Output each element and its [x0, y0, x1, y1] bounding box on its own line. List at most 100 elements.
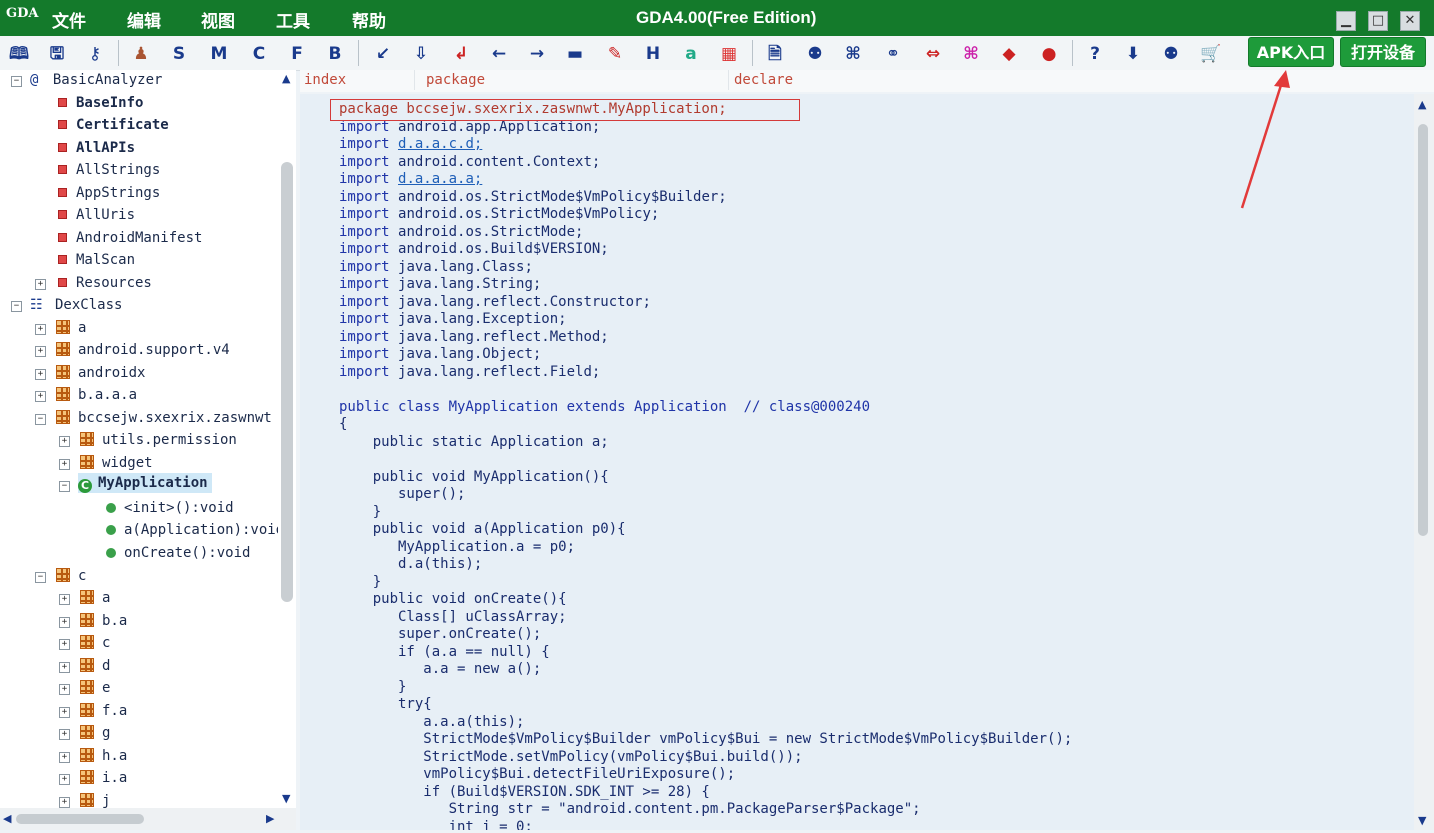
expand-toggle[interactable]: +: [59, 752, 70, 763]
tree-item-baseinfo[interactable]: BaseInfo: [58, 93, 143, 113]
tree-method-a[interactable]: a(Application):void: [106, 520, 278, 540]
maximize-button[interactable]: □: [1368, 11, 1388, 31]
collapse-toggle[interactable]: −: [35, 414, 46, 425]
note-icon[interactable]: ✎: [604, 43, 626, 65]
search-field-button[interactable]: F: [286, 43, 308, 65]
tree-horizontal-scrollbar[interactable]: ◀ ▶: [0, 808, 296, 830]
tree-package-c-d[interactable]: d: [80, 656, 110, 676]
menu-edit[interactable]: 编辑: [127, 7, 161, 32]
search-string-button[interactable]: S: [168, 43, 190, 65]
gamepad-icon[interactable]: ▬: [564, 43, 586, 65]
tree-basic-analyzer[interactable]: @ BasicAnalyzer: [30, 70, 162, 90]
column-index[interactable]: index: [304, 70, 346, 90]
tree-item-androidmanifest[interactable]: AndroidManifest: [58, 228, 202, 248]
tree-package-utils-permission[interactable]: utils.permission: [80, 430, 237, 450]
xml-icon[interactable]: 🗎: [764, 43, 786, 65]
tree-package-c-g[interactable]: g: [80, 723, 110, 743]
tree-method-oncreate[interactable]: onCreate():void: [106, 543, 250, 563]
search-method-button[interactable]: M: [208, 43, 230, 65]
open-device-button[interactable]: 打开设备: [1340, 37, 1426, 67]
back-jump-icon[interactable]: ↙: [372, 43, 394, 65]
search-class-button[interactable]: C: [248, 43, 270, 65]
tree-item-alluris[interactable]: AllUris: [58, 205, 135, 225]
scroll-down-arrow-icon[interactable]: ▼: [282, 792, 290, 805]
exchange-icon[interactable]: ⇔: [922, 43, 944, 65]
code-vertical-scrollbar[interactable]: ▲ ▼: [1414, 94, 1434, 830]
users-icon[interactable]: ⚉: [1160, 43, 1182, 65]
collapse-toggle[interactable]: −: [59, 481, 70, 492]
tree-package-c-ia[interactable]: i.a: [80, 768, 127, 788]
arrow-left-icon[interactable]: ←: [488, 43, 510, 65]
expand-toggle[interactable]: +: [35, 324, 46, 335]
tree-vertical-scrollbar[interactable]: [281, 162, 293, 602]
android-icon[interactable]: ⚉: [804, 43, 826, 65]
link-icon[interactable]: ⚭: [882, 43, 904, 65]
person-icon[interactable]: ♟: [130, 43, 152, 65]
collapse-toggle[interactable]: −: [11, 76, 22, 87]
tree-item-allapis[interactable]: AllAPIs: [58, 138, 135, 158]
tree-item-resources[interactable]: Resources: [58, 273, 152, 293]
search-bytecode-button[interactable]: B: [324, 43, 346, 65]
tree-package-c-fa[interactable]: f.a: [80, 701, 127, 721]
tree-item-allstrings[interactable]: AllStrings: [58, 160, 160, 180]
expand-toggle[interactable]: +: [59, 459, 70, 470]
import-line[interactable]: import d.a.a.c.d;: [339, 136, 482, 154]
expand-toggle[interactable]: +: [59, 684, 70, 695]
expand-toggle[interactable]: +: [59, 774, 70, 785]
expand-toggle[interactable]: +: [59, 797, 70, 808]
tree-package-c-e[interactable]: e: [80, 678, 110, 698]
column-package[interactable]: package: [426, 70, 485, 90]
help-icon[interactable]: ?: [1084, 43, 1106, 65]
tree-package-c-a[interactable]: a: [80, 588, 110, 608]
tree-package-c-c[interactable]: c: [80, 633, 110, 653]
scroll-left-arrow-icon[interactable]: ◀: [3, 812, 11, 825]
tree-package-c[interactable]: c: [56, 566, 86, 586]
expand-toggle[interactable]: +: [59, 729, 70, 740]
diamond-down-icon[interactable]: ◆: [998, 43, 1020, 65]
tree-package-android-support[interactable]: android.support.v4: [56, 340, 230, 360]
cart-icon[interactable]: 🛒: [1200, 43, 1222, 65]
ball-icon[interactable]: ●: [1038, 43, 1060, 65]
menu-tools[interactable]: 工具: [276, 7, 310, 32]
tree-dexclass[interactable]: ☷ DexClass: [30, 295, 122, 315]
collapse-toggle[interactable]: −: [35, 572, 46, 583]
download-icon[interactable]: ⬇: [1122, 43, 1144, 65]
return-icon[interactable]: ↲: [450, 43, 472, 65]
expand-toggle[interactable]: +: [59, 617, 70, 628]
scroll-thumb[interactable]: [16, 814, 144, 824]
tree-package-bccsejw[interactable]: bccsejw.sxexrix.zaswnwt: [56, 408, 278, 428]
scroll-up-arrow-icon[interactable]: ▲: [282, 72, 290, 85]
expand-toggle[interactable]: +: [35, 391, 46, 402]
collapse-toggle[interactable]: −: [11, 301, 22, 312]
expand-toggle[interactable]: +: [35, 346, 46, 357]
menu-view[interactable]: 视图: [201, 7, 235, 32]
book-icon[interactable]: 🕮: [8, 43, 30, 65]
arrow-right-icon[interactable]: →: [526, 43, 548, 65]
tree-class-myapplication[interactable]: C MyApplication: [78, 473, 212, 493]
tree-package-c-ha[interactable]: h.a: [80, 746, 127, 766]
expand-toggle[interactable]: +: [35, 279, 46, 290]
tree-package-baaa[interactable]: b.a.a.a: [56, 385, 137, 405]
tree-package-androidx[interactable]: androidx: [56, 363, 145, 383]
tree-item-certificate[interactable]: Certificate: [58, 115, 169, 135]
expand-toggle[interactable]: +: [59, 436, 70, 447]
menu-help[interactable]: 帮助: [352, 7, 386, 32]
expand-toggle[interactable]: +: [59, 707, 70, 718]
scroll-up-arrow-icon[interactable]: ▲: [1418, 98, 1426, 111]
column-declare[interactable]: declare: [734, 70, 793, 90]
expand-toggle[interactable]: +: [35, 369, 46, 380]
save-icon[interactable]: 🖫: [46, 43, 68, 65]
expand-toggle[interactable]: +: [59, 639, 70, 650]
expand-toggle[interactable]: +: [59, 662, 70, 673]
tree-item-malscan[interactable]: MalScan: [58, 250, 135, 270]
key-icon[interactable]: ⚷: [84, 43, 106, 65]
scroll-down-arrow-icon[interactable]: ▼: [1418, 814, 1426, 827]
hex-button[interactable]: H: [642, 43, 664, 65]
tree-item-appstrings[interactable]: AppStrings: [58, 183, 160, 203]
down-arrow-icon[interactable]: ⇩: [410, 43, 432, 65]
colors-icon[interactable]: ▦: [718, 43, 740, 65]
tree-package-widget[interactable]: widget: [80, 453, 153, 473]
scroll-right-arrow-icon[interactable]: ▶: [266, 812, 274, 825]
chain-icon[interactable]: ⌘: [960, 43, 982, 65]
close-button[interactable]: ✕: [1400, 11, 1420, 31]
